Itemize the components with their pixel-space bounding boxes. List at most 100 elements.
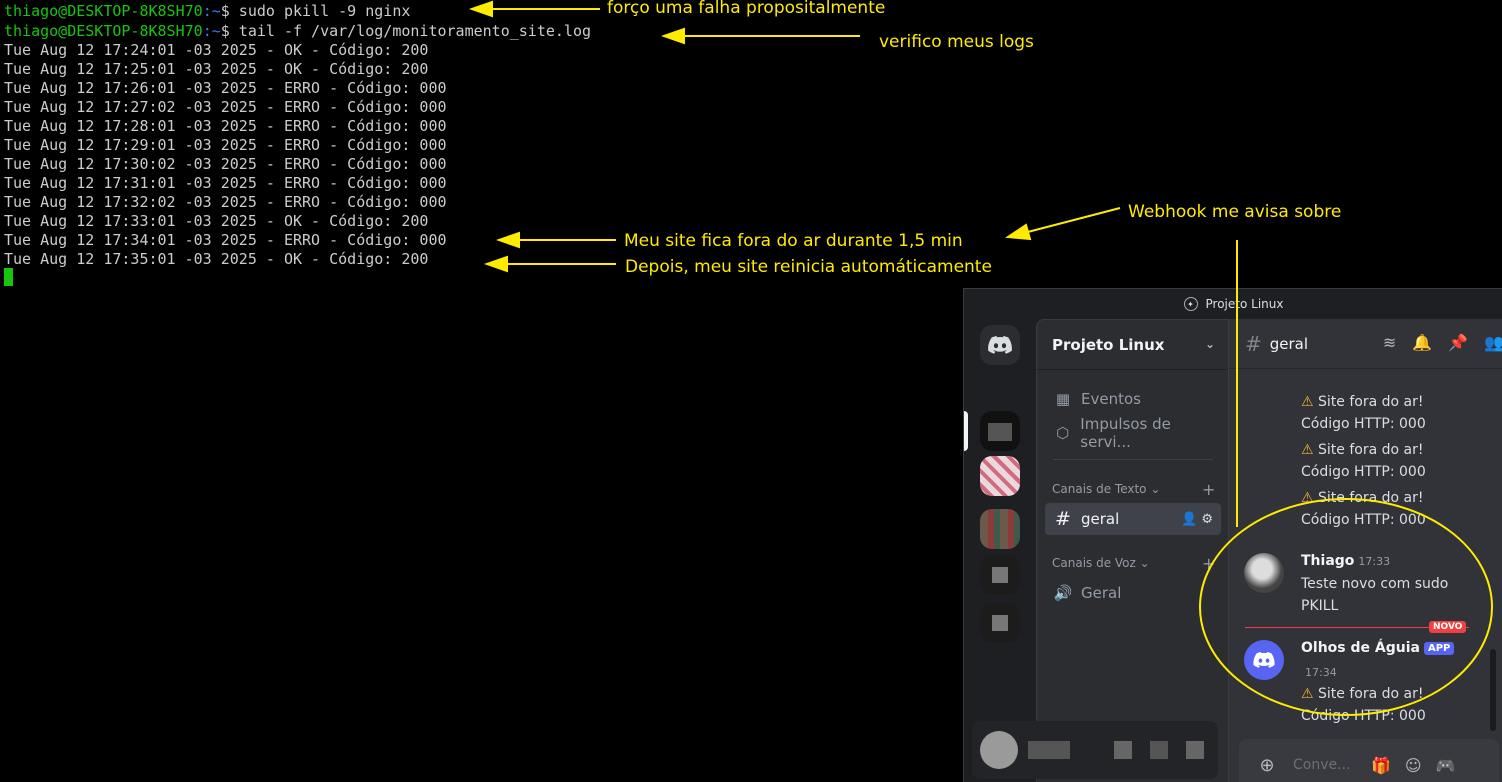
gamepad-icon[interactable]: 🎮	[1436, 756, 1456, 775]
boosts-item[interactable]: ⬡ Impulsos de servi...	[1045, 415, 1221, 451]
category-voice-channels[interactable]: Canais de Voz ⌄ +	[1052, 554, 1215, 573]
command-text: $ sudo pkill -9 nginx	[220, 2, 411, 20]
settings-icon[interactable]	[1186, 741, 1204, 759]
log-line: Tue Aug 12 17:33:01 -03 2025 - OK - Códi…	[4, 212, 429, 230]
gift-icon[interactable]: 🎁	[1371, 756, 1391, 775]
sticker-icon[interactable]: ☺	[1405, 756, 1422, 775]
category-label: Canais de Texto	[1052, 482, 1147, 496]
message-line: Código HTTP: 000	[1301, 464, 1426, 480]
terminal-command-line: thiago@DESKTOP-8K8SH70:~$ sudo pkill -9 …	[4, 2, 410, 21]
calendar-icon: ▦	[1055, 390, 1071, 408]
add-channel-icon[interactable]: +	[1202, 480, 1215, 499]
headphones-icon[interactable]	[1150, 741, 1168, 759]
add-attachment-icon[interactable]: ⊕	[1255, 755, 1279, 776]
message-line: ⚠ Site fora do ar!	[1301, 439, 1423, 461]
prompt-path: :~	[202, 2, 221, 20]
message-author[interactable]: Thiago 17:33	[1301, 553, 1390, 569]
message-line: Código HTTP: 000	[1301, 416, 1426, 432]
log-line: Tue Aug 12 17:31:01 -03 2025 - ERRO - Có…	[4, 174, 447, 192]
terminal-window[interactable]: thiago@DESKTOP-8K8SH70:~$ sudo pkill -9 …	[0, 0, 960, 781]
message-author[interactable]: Olhos de Águia APP	[1301, 640, 1455, 656]
log-line: Tue Aug 12 17:32:02 -03 2025 - ERRO - Có…	[4, 193, 447, 211]
log-line: Tue Aug 12 17:35:01 -03 2025 - OK - Códi…	[4, 250, 429, 268]
log-line: Tue Aug 12 17:24:01 -03 2025 - OK - Códi…	[4, 41, 429, 59]
channel-label: Geral	[1081, 584, 1122, 602]
message-line: Código HTTP: 000	[1301, 708, 1426, 724]
server-icon[interactable]	[980, 456, 1020, 496]
log-line: Tue Aug 12 17:25:01 -03 2025 - OK - Códi…	[4, 60, 429, 78]
pin-icon[interactable]: 📌	[1448, 333, 1468, 352]
invite-icon[interactable]: 👤	[1181, 512, 1197, 527]
author-name: Thiago	[1301, 553, 1355, 569]
divider	[1053, 459, 1213, 460]
channel-actions: 👤 ⚙	[1181, 512, 1213, 527]
category-text-channels[interactable]: Canais de Texto ⌄ +	[1052, 480, 1215, 499]
avatar[interactable]	[980, 731, 1018, 769]
annotation-webhook: Webhook me avisa sobre	[1128, 202, 1342, 222]
user-panel	[972, 721, 1218, 779]
log-line: Tue Aug 12 17:28:01 -03 2025 - ERRO - Có…	[4, 117, 447, 135]
annotation-restart: Depois, meu site reinicia automáticament…	[625, 257, 992, 277]
boost-icon: ⬡	[1056, 424, 1070, 442]
message-timestamp: 17:34	[1305, 666, 1337, 679]
chevron-down-icon: ⌄	[1204, 337, 1215, 351]
members-icon[interactable]: 👥	[1484, 333, 1502, 352]
new-badge: NOVO	[1429, 621, 1467, 633]
avatar[interactable]	[1244, 553, 1284, 593]
server-icon[interactable]	[980, 555, 1020, 595]
app-badge: APP	[1423, 642, 1455, 655]
window-title: Projeto Linux	[1205, 297, 1284, 311]
log-line: Tue Aug 12 17:29:01 -03 2025 - ERRO - Có…	[4, 136, 447, 154]
message-timestamp: 17:33	[1358, 555, 1391, 568]
server-icon[interactable]	[980, 509, 1020, 549]
author-name: Olhos de Águia	[1301, 640, 1420, 656]
discord-icon	[1253, 652, 1275, 668]
home-button[interactable]	[980, 325, 1020, 365]
microphone-icon[interactable]	[1114, 741, 1132, 759]
log-line: Tue Aug 12 17:30:02 -03 2025 - ERRO - Có…	[4, 155, 447, 173]
composer-actions: 🎁 ☺ 🎮	[1371, 756, 1456, 775]
server-icon[interactable]	[980, 603, 1020, 643]
username-blurred	[1028, 741, 1070, 759]
message-line: Código HTTP: 000	[1301, 512, 1426, 528]
server-icon[interactable]	[980, 411, 1020, 451]
gear-icon[interactable]: ⚙	[1201, 512, 1213, 527]
category-label: Canais de Voz	[1052, 556, 1136, 570]
channel-item-voice-geral[interactable]: 🔊 Geral	[1045, 577, 1221, 609]
discord-window[interactable]: ✦ Projeto Linux Projeto Linux ⌄ ▦ Eventos…	[963, 288, 1502, 782]
warning-icon: ⚠	[1301, 686, 1314, 702]
warning-icon: ⚠	[1301, 442, 1314, 458]
speaker-icon: 🔊	[1053, 584, 1073, 602]
channel-item-geral[interactable]: # geral 👤 ⚙	[1045, 503, 1221, 535]
chat-channel-name: geral	[1269, 334, 1309, 353]
avatar[interactable]	[1244, 640, 1284, 680]
message-line: ⚠ Site fora do ar!	[1301, 487, 1423, 509]
chat-scrollbar[interactable]	[1490, 649, 1496, 731]
server-list	[964, 319, 1036, 782]
server-header[interactable]: Projeto Linux ⌄	[1037, 320, 1229, 370]
message-input[interactable]	[1291, 756, 1365, 774]
annotation-offline: Meu site fica fora do ar durante 1,5 min	[624, 231, 963, 251]
events-item[interactable]: ▦ Eventos	[1045, 383, 1221, 415]
add-channel-icon[interactable]: +	[1202, 554, 1215, 573]
message-text: Site fora do ar!	[1318, 442, 1424, 458]
message-text: Site fora do ar!	[1318, 394, 1424, 410]
discord-icon	[988, 336, 1012, 354]
arrow-webhook	[1019, 207, 1121, 235]
prompt-user: thiago@DESKTOP-8K8SH70	[4, 2, 203, 20]
terminal-cursor	[4, 268, 13, 286]
discord-titlebar: ✦ Projeto Linux	[964, 289, 1502, 319]
chat-header: # geral ≋ 🔔 📌 👥	[1229, 319, 1502, 369]
warning-icon: ⚠	[1301, 490, 1314, 506]
threads-icon[interactable]: ≋	[1383, 333, 1396, 352]
message-composer: ⊕ 🎁 ☺ 🎮	[1239, 739, 1499, 782]
warning-icon: ⚠	[1301, 394, 1314, 410]
channel-label: geral	[1081, 510, 1120, 528]
message-text: Site fora do ar!	[1318, 490, 1424, 506]
annotation-logs: verifico meus logs	[879, 32, 1034, 52]
bell-icon[interactable]: 🔔	[1412, 333, 1432, 352]
hash-icon: #	[1245, 331, 1262, 356]
annotation-pkill: forço uma falha propositalmente	[607, 0, 886, 18]
prompt-path: :~	[202, 22, 221, 40]
message-line: PKILL	[1301, 598, 1339, 614]
